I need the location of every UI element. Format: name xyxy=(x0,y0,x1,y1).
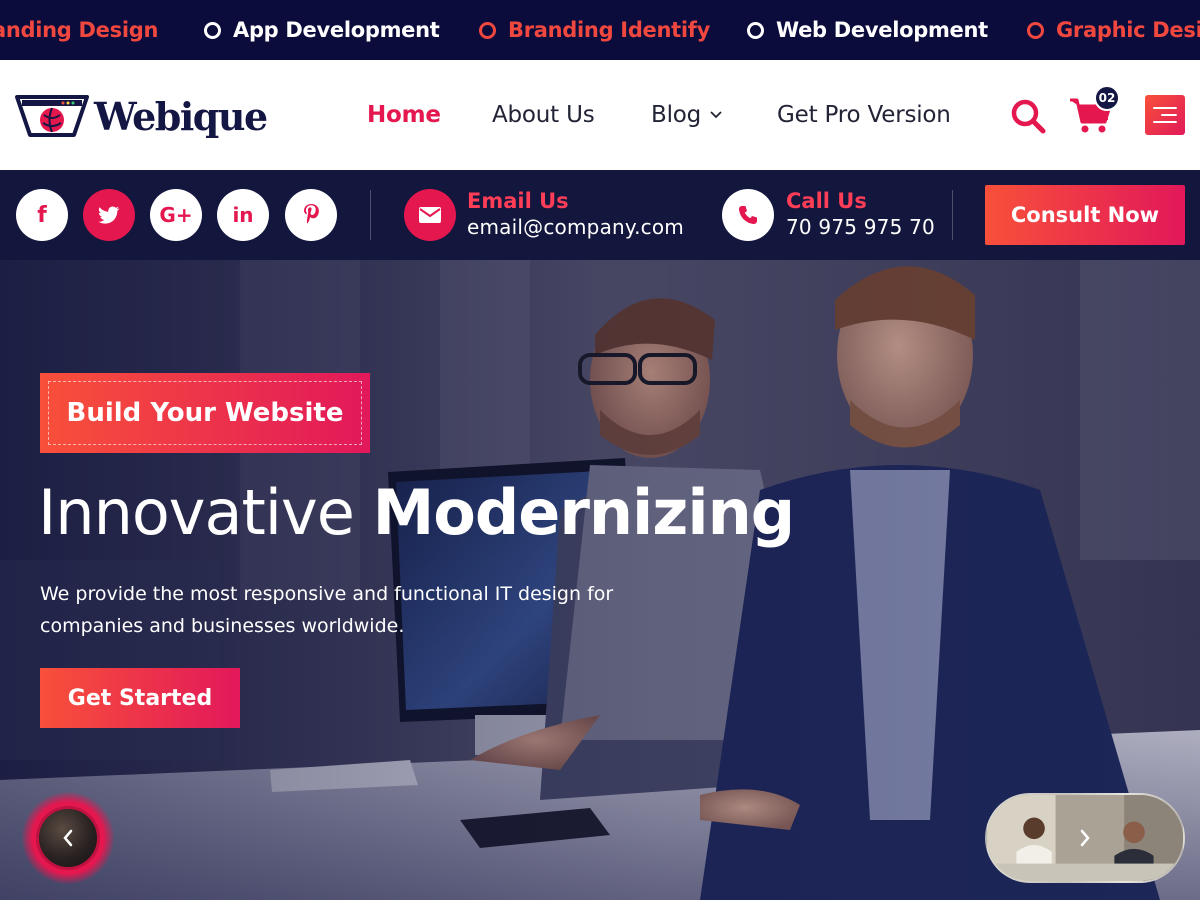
ticker-item-label: App Development xyxy=(233,18,440,42)
cart-count-badge: 02 xyxy=(1094,85,1120,111)
handset-icon xyxy=(739,206,757,224)
ticker-item-label: anding Design xyxy=(0,18,159,42)
hamburger-line xyxy=(1153,121,1177,123)
call-value[interactable]: 70 975 975 70 xyxy=(786,215,935,239)
twitter-bird-icon xyxy=(98,206,120,224)
divider xyxy=(952,190,953,240)
hero-tagline: Build Your Website xyxy=(40,373,370,453)
ticker-item: Graphic Desig xyxy=(1027,0,1200,60)
chevron-right-icon xyxy=(1080,829,1090,847)
slider-prev-button[interactable] xyxy=(22,792,114,884)
ticker-item: Branding Identify xyxy=(479,0,710,60)
nav-blog-label: Blog xyxy=(651,102,702,128)
email-value[interactable]: email@company.com xyxy=(467,215,684,239)
linkedin-icon[interactable]: in xyxy=(217,189,269,241)
menu-button[interactable] xyxy=(1145,95,1185,135)
email-title: Email Us xyxy=(467,189,569,213)
ticker-item: App Development xyxy=(204,0,440,60)
phone-icon xyxy=(722,189,774,241)
linkedin-glyph: in xyxy=(232,203,254,227)
get-started-button[interactable]: Get Started xyxy=(40,668,240,728)
hero-tagline-text: Build Your Website xyxy=(66,398,344,428)
pinterest-p-icon xyxy=(304,204,319,224)
facebook-glyph: f xyxy=(37,202,47,228)
nav-pro-version[interactable]: Get Pro Version xyxy=(777,60,951,170)
chevron-down-icon xyxy=(710,111,722,119)
logo-text: Webique xyxy=(94,93,268,139)
facebook-icon[interactable]: f xyxy=(16,189,68,241)
hamburger-line xyxy=(1161,114,1177,116)
google-plus-glyph: G+ xyxy=(159,203,193,227)
ring-icon xyxy=(1027,21,1044,39)
nav-blog[interactable]: Blog xyxy=(651,60,723,170)
ring-icon xyxy=(479,21,496,39)
ring-icon xyxy=(747,21,764,39)
nav-about-label: About Us xyxy=(492,102,595,128)
hero-title-bold: Modernizing xyxy=(372,476,796,549)
nav-pro-label: Get Pro Version xyxy=(777,102,951,128)
services-ticker: anding Design App Development Branding I… xyxy=(0,0,1200,60)
nav-home[interactable]: Home xyxy=(367,60,441,170)
hero-description: We provide the most responsive and funct… xyxy=(40,583,614,637)
ring-icon xyxy=(204,21,221,39)
search-icon[interactable] xyxy=(1008,96,1048,136)
ticker-item: Web Development xyxy=(747,0,988,60)
nav-home-label: Home xyxy=(367,102,441,128)
hero-title-light: Innovative xyxy=(38,476,355,549)
call-title: Call Us xyxy=(786,189,867,213)
logo-mark-icon xyxy=(15,95,89,137)
ticker-item: anding Design xyxy=(0,0,158,60)
email-icon xyxy=(404,189,456,241)
twitter-icon[interactable] xyxy=(83,189,135,241)
nav-about[interactable]: About Us xyxy=(492,60,595,170)
ticker-item-label: Graphic Desig xyxy=(1056,18,1200,42)
slider-next-button[interactable] xyxy=(985,793,1185,883)
site-logo[interactable]: Webique xyxy=(14,88,268,144)
chevron-left-icon xyxy=(63,829,73,847)
consult-now-button[interactable]: Consult Now xyxy=(985,185,1185,245)
hero-title: Innovative Modernizing xyxy=(38,476,796,549)
envelope-icon xyxy=(419,207,441,223)
divider xyxy=(370,190,371,240)
pinterest-icon[interactable] xyxy=(285,189,337,241)
slide-thumbnail xyxy=(36,806,100,870)
hamburger-line xyxy=(1153,107,1177,109)
ticker-item-label: Branding Identify xyxy=(508,18,711,42)
ticker-item-label: Web Development xyxy=(776,18,988,42)
google-plus-icon[interactable]: G+ xyxy=(150,189,202,241)
